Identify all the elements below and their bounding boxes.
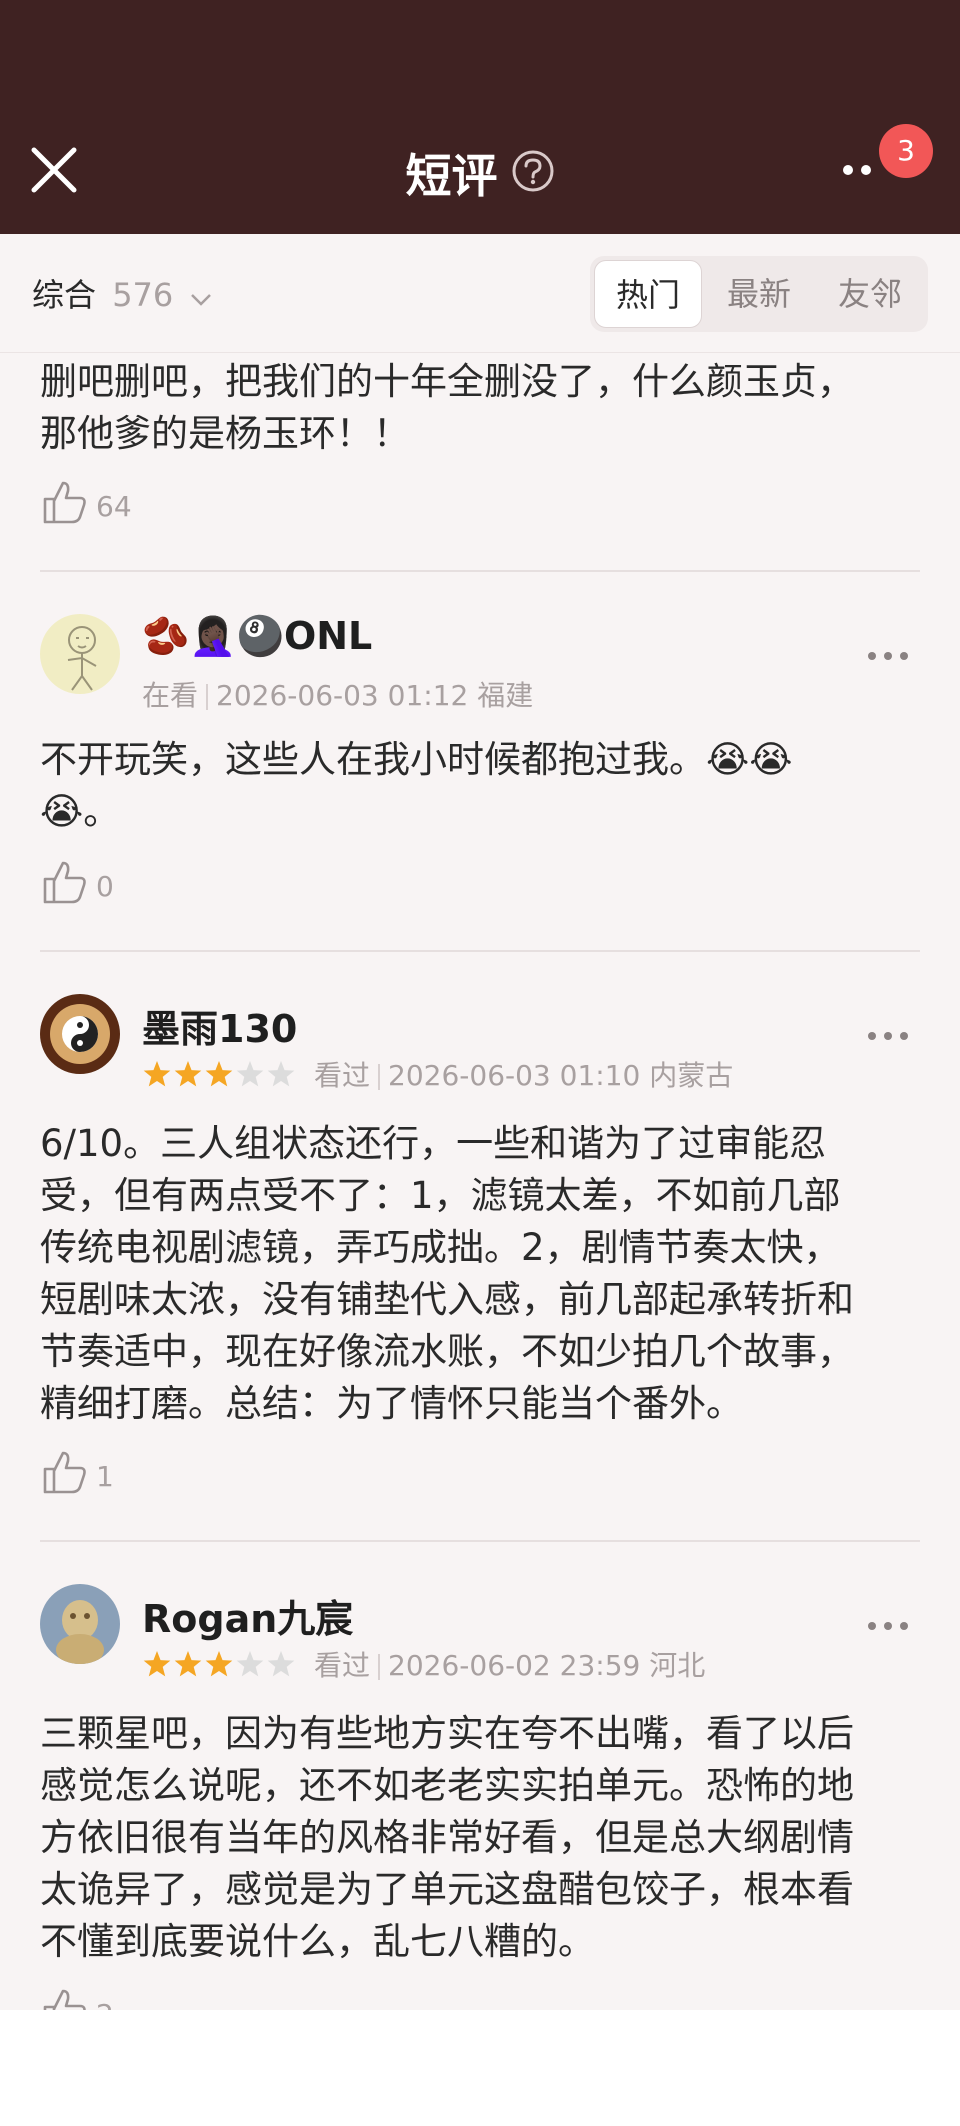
divider xyxy=(40,1540,920,1542)
star-empty-icon xyxy=(267,1060,295,1086)
username[interactable]: 🫘🤦🏿‍♀️🎱ONL xyxy=(142,614,372,659)
watch-status: 看过 xyxy=(314,1649,371,1682)
thumbs-up-icon[interactable] xyxy=(40,478,88,530)
like-count: 64 xyxy=(96,490,132,523)
comment-datetime: 2026-06-02 23:59 xyxy=(388,1649,641,1682)
tab-hot[interactable]: 热门 xyxy=(594,260,702,328)
thumbs-up-icon[interactable] xyxy=(40,858,88,910)
more-dots-icon[interactable] xyxy=(866,1026,910,1046)
thumbs-up-icon[interactable] xyxy=(40,1986,88,2010)
more-dots-icon[interactable] xyxy=(866,1616,910,1636)
thumbs-up-icon[interactable] xyxy=(40,1448,88,1500)
tab-friends[interactable]: 友邻 xyxy=(816,260,924,328)
comment-line: 精细打磨。总结：为了情怀只能当个番外。 xyxy=(40,1382,743,1425)
comment-line: 三颗星吧，因为有些地方实在夸不出嘴，看了以后 xyxy=(40,1712,854,1755)
comment-meta: 在看 2026-06-03 01:12 福建 xyxy=(142,674,533,714)
comment-line: 节奏适中，现在好像流水账，不如少拍几个故事， xyxy=(40,1330,854,1373)
divider xyxy=(40,570,920,572)
username[interactable]: 墨雨130 xyxy=(142,998,297,1053)
watch-status: 在看 xyxy=(142,679,199,712)
watch-status: 看过 xyxy=(314,1059,371,1092)
star-empty-icon xyxy=(236,1060,264,1086)
comment-line: 不懂到底要说什么，乱七八糟的。 xyxy=(40,1920,595,1963)
like-count: 0 xyxy=(96,870,114,903)
avatar[interactable] xyxy=(40,994,120,1074)
comment-line: 受，但有两点受不了：1，滤镜太差，不如前几部 xyxy=(40,1174,841,1217)
username[interactable]: Rogan九宸 xyxy=(142,1588,353,1643)
top-bar: 短评 3 xyxy=(0,0,960,234)
more-dots-icon[interactable] xyxy=(866,646,910,666)
meta-separator xyxy=(206,684,209,710)
question-circle-icon[interactable] xyxy=(511,149,555,197)
bottom-area xyxy=(0,2010,960,2126)
star-filled-icon xyxy=(143,1060,171,1086)
comment-location: 内蒙古 xyxy=(649,1059,734,1092)
sort-label: 综合 xyxy=(32,276,97,314)
comment-line: 方依旧很有当年的风格非常好看，但是总大纲剧情 xyxy=(40,1816,854,1859)
comment-meta: 看过 2026-06-02 23:59 河北 xyxy=(142,1644,705,1686)
comment-line: 😭。 xyxy=(40,790,121,833)
avatar[interactable] xyxy=(40,1584,120,1664)
rating-stars xyxy=(142,1649,302,1686)
notification-badge: 3 xyxy=(879,124,933,178)
comment-line: 删吧删吧，把我们的十年全删没了，什么颜玉贞， xyxy=(40,360,854,403)
star-empty-icon xyxy=(267,1650,295,1676)
comment-location: 河北 xyxy=(649,1649,706,1682)
comment-line: 短剧味太浓，没有铺垫代入感，前几部起承转折和 xyxy=(40,1278,854,1321)
avatar[interactable] xyxy=(40,614,120,694)
comment-datetime: 2026-06-03 01:10 xyxy=(388,1059,641,1092)
star-filled-icon xyxy=(174,1650,202,1676)
comment-meta: 看过 2026-06-03 01:10 内蒙古 xyxy=(142,1054,733,1096)
comment-line: 太诡异了，感觉是为了单元这盘醋包饺子，根本看 xyxy=(40,1868,854,1911)
comment-line: 传统电视剧滤镜，弄巧成拙。2，剧情节奏太快， xyxy=(40,1226,841,1269)
comment-line: 不开玩笑，这些人在我小时候都抱过我。😭😭 xyxy=(40,738,793,781)
star-filled-icon xyxy=(143,1650,171,1676)
comment-line: 那他爹的是杨玉环！！ xyxy=(40,412,410,455)
comment-text: 三颗星吧，因为有些地方实在夸不出嘴，看了以后 感觉怎么说呢，还不如老老实实拍单元… xyxy=(40,1708,920,1968)
comment-text: 6/10。三人组状态还行，一些和谐为了过审能忍 受，但有两点受不了：1，滤镜太差… xyxy=(40,1118,920,1430)
comment-location: 福建 xyxy=(477,679,534,712)
page-title: 短评 xyxy=(405,149,498,203)
tab-group: 热门 最新 友邻 xyxy=(590,256,928,332)
comment-line: 6/10。三人组状态还行，一些和谐为了过审能忍 xyxy=(40,1122,827,1165)
filter-bar: 综合 576 热门 最新 友邻 xyxy=(0,234,960,353)
star-filled-icon xyxy=(205,1060,233,1086)
meta-separator xyxy=(378,1654,381,1680)
sort-select[interactable]: 综合 576 xyxy=(32,270,213,316)
star-filled-icon xyxy=(174,1060,202,1086)
comment-count: 576 xyxy=(112,276,174,314)
more-dots-icon[interactable] xyxy=(840,150,880,190)
like-count: 2 xyxy=(96,1998,114,2010)
chevron-down-icon xyxy=(189,278,213,316)
comments-panel: 综合 576 热门 最新 友邻 删吧删吧，把我们的十年全删没了，什么颜玉贞， 那… xyxy=(0,234,960,2010)
title-area: 短评 xyxy=(0,140,960,206)
like-count: 1 xyxy=(96,1460,114,1493)
star-empty-icon xyxy=(236,1650,264,1676)
star-filled-icon xyxy=(205,1650,233,1676)
comment-datetime: 2026-06-03 01:12 xyxy=(216,679,469,712)
rating-stars xyxy=(142,1059,302,1096)
comment-line: 感觉怎么说呢，还不如老老实实拍单元。恐怖的地 xyxy=(40,1764,854,1807)
comment-text: 删吧删吧，把我们的十年全删没了，什么颜玉贞， 那他爹的是杨玉环！！ xyxy=(40,356,920,460)
meta-separator xyxy=(378,1064,381,1090)
tab-latest[interactable]: 最新 xyxy=(706,260,812,328)
comment-text: 不开玩笑，这些人在我小时候都抱过我。😭😭 😭。 xyxy=(40,734,920,838)
divider xyxy=(40,950,920,952)
